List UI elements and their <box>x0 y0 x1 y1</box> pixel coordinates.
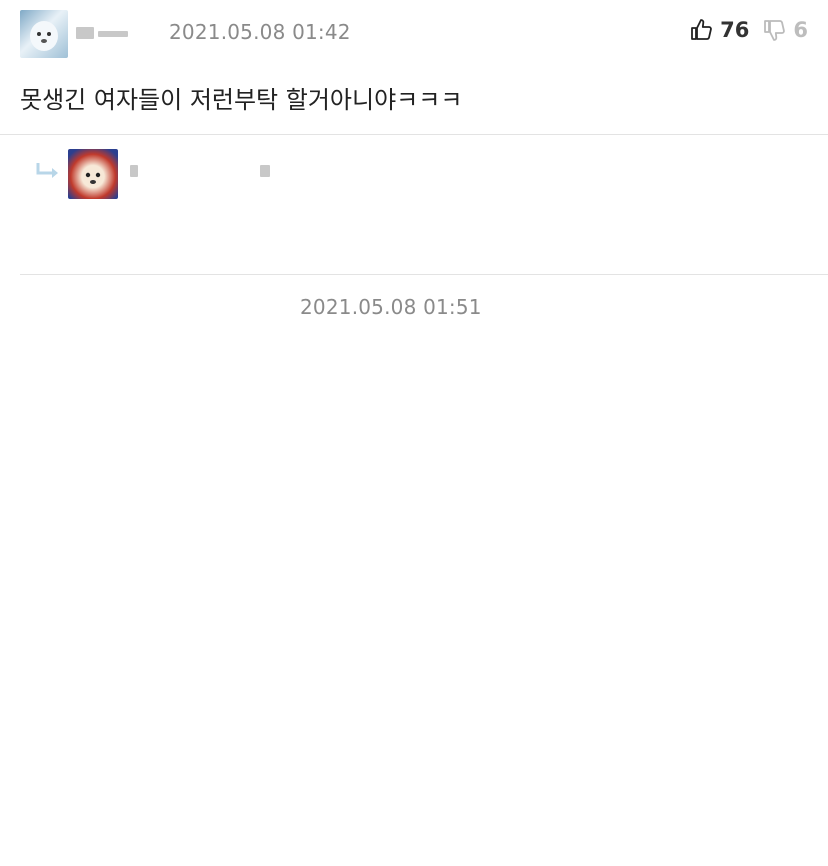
comment-date: 2021.05.08 01:42 <box>169 20 351 44</box>
avatar[interactable] <box>68 149 118 199</box>
comment-text: 못생긴 여자들이 저런부탁 할거아니야ㅋㅋㅋ <box>20 86 463 114</box>
dislike-count: 6 <box>793 18 808 42</box>
reply-item: 2021.05.08 01:51 <box>20 135 828 319</box>
comment-item: 2021.05.08 01:42 76 6 못생긴 여자들이 저런부탁 할거아니… <box>0 0 828 135</box>
nickname-redacted <box>130 165 280 179</box>
reply-arrow-icon <box>36 163 58 178</box>
comment-date: 2021.05.08 01:51 <box>300 295 482 319</box>
dislike-button[interactable]: 6 <box>763 18 808 42</box>
like-count: 76 <box>720 18 750 42</box>
vote-group: 76 6 <box>690 18 808 42</box>
thumbs-down-icon <box>764 20 786 41</box>
avatar[interactable] <box>20 10 68 58</box>
thumbs-up-icon <box>691 19 712 40</box>
nickname-redacted <box>76 27 136 41</box>
like-button[interactable]: 76 <box>690 18 749 42</box>
